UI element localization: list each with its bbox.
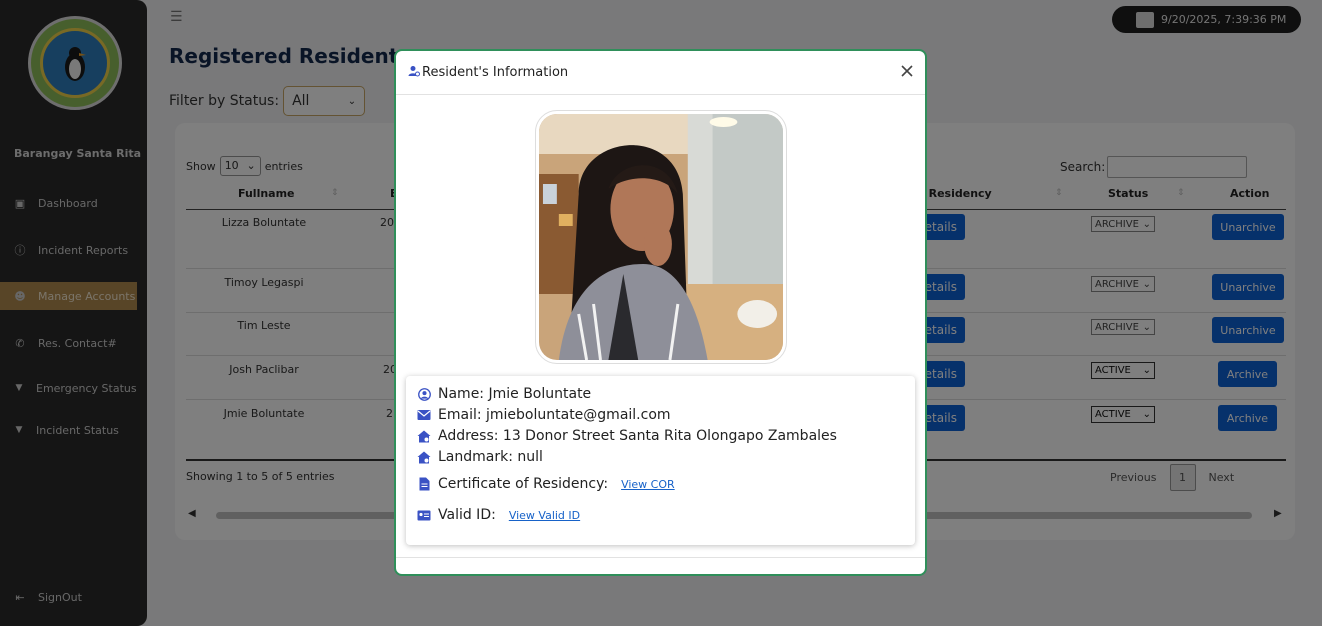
- resident-photo-frame: [535, 110, 787, 364]
- view-valid-id-link[interactable]: View Valid ID: [509, 509, 580, 522]
- resident-name: Name: Jmie Boluntate: [438, 386, 592, 402]
- house-icon: [417, 450, 431, 464]
- valid-id-row: Valid ID: View Valid ID: [417, 507, 580, 523]
- modal-footer: [396, 557, 925, 558]
- resident-address: Address: 13 Donor Street Santa Rita Olon…: [438, 428, 837, 444]
- resident-landmark-row: Landmark: null: [417, 449, 543, 465]
- resident-name-row: Name: Jmie Boluntate: [417, 386, 591, 402]
- document-icon: [417, 477, 431, 491]
- modal-header: Resident's Information: [396, 51, 925, 95]
- id-card-icon: [417, 508, 431, 522]
- house-icon: [417, 429, 431, 443]
- resident-email-row: Email: jmieboluntate@gmail.com: [417, 407, 671, 423]
- resident-details-card: Name: Jmie Boluntate Email: jmieboluntat…: [406, 376, 915, 545]
- user-gear-icon: [408, 65, 420, 81]
- modal-title: Resident's Information: [422, 65, 569, 80]
- valid-id-label: Valid ID:: [438, 507, 496, 523]
- user-circle-icon: [417, 387, 431, 401]
- envelope-icon: [417, 408, 431, 422]
- view-cor-link[interactable]: View COR: [621, 478, 675, 491]
- close-icon[interactable]: [899, 63, 915, 79]
- resident-address-row: Address: 13 Donor Street Santa Rita Olon…: [417, 428, 837, 444]
- resident-email: Email: jmieboluntate@gmail.com: [438, 407, 671, 423]
- certificate-label: Certificate of Residency:: [438, 476, 609, 492]
- certificate-row: Certificate of Residency: View COR: [417, 476, 675, 492]
- resident-photo: [539, 114, 783, 360]
- resident-landmark: Landmark: null: [438, 449, 543, 465]
- resident-info-modal: Resident's Information Name: Jmie Bolunt…: [394, 49, 927, 576]
